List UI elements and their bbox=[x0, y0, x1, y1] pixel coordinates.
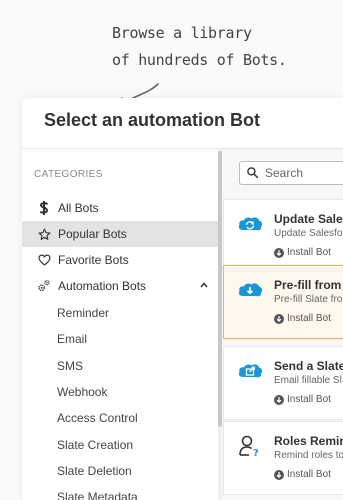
search-icon bbox=[246, 166, 260, 180]
install-bot-button[interactable]: Install Bot bbox=[274, 469, 331, 480]
sidebar-subitem-reminder[interactable]: Reminder bbox=[57, 306, 109, 320]
bots-panel: Update Sales Update Salesfo Install Bot … bbox=[222, 149, 343, 500]
heart-icon bbox=[37, 253, 51, 267]
sidebar-subitem-email[interactable]: Email bbox=[57, 332, 87, 346]
sidebar-item-label: Popular Bots bbox=[58, 227, 127, 241]
svg-text:?: ? bbox=[253, 448, 259, 458]
bot-card-send-a-slate[interactable]: Send a Slate Email fillable Sl Install B… bbox=[223, 346, 343, 420]
star-icon bbox=[37, 227, 51, 241]
install-bot-button[interactable]: Install Bot bbox=[274, 313, 331, 324]
bot-title: Send a Slate bbox=[274, 359, 343, 373]
install-bot-button[interactable]: Install Bot bbox=[274, 394, 331, 405]
categories-label: CATEGORIES bbox=[34, 169, 103, 180]
annotation-line-1: Browse a library bbox=[112, 24, 252, 42]
annotation-line-2: of hundreds of Bots. bbox=[112, 51, 287, 69]
bot-card-roles-reminder[interactable]: ? Roles Remin Remind roles to Install Bo… bbox=[223, 421, 343, 495]
install-bot-label: Install Bot bbox=[287, 394, 331, 405]
sidebar-subitem-slate-metadata[interactable]: Slate Metadata bbox=[57, 490, 138, 500]
sidebar-item-label: Automation Bots bbox=[58, 279, 147, 293]
bot-description: Pre-fill Slate fro bbox=[274, 294, 343, 305]
bot-description: Remind roles to bbox=[274, 450, 343, 461]
salesforce-download-icon bbox=[238, 283, 263, 297]
bot-description: Update Salesfo bbox=[274, 228, 343, 239]
modal-title: Select an automation Bot bbox=[44, 110, 261, 130]
download-icon bbox=[274, 469, 284, 480]
salesforce-sync-icon bbox=[238, 217, 263, 231]
download-icon bbox=[274, 394, 284, 405]
download-icon bbox=[274, 313, 284, 324]
search-box[interactable] bbox=[239, 161, 343, 185]
install-bot-button[interactable]: Install Bot bbox=[274, 247, 331, 258]
sidebar-item-label: Favorite Bots bbox=[58, 253, 129, 267]
sidebar-item-all-bots[interactable]: All Bots bbox=[22, 195, 218, 221]
sidebar-item-favorite-bots[interactable]: Favorite Bots bbox=[22, 247, 218, 273]
sidebar-subitem-slate-deletion[interactable]: Slate Deletion bbox=[57, 464, 132, 478]
bot-title: Pre-fill from bbox=[274, 278, 342, 292]
sidebar-subitem-access-control[interactable]: Access Control bbox=[57, 411, 138, 425]
bot-title: Update Sales bbox=[274, 212, 343, 226]
download-icon bbox=[274, 247, 284, 258]
install-bot-label: Install Bot bbox=[287, 247, 331, 258]
sidebar-subitem-sms[interactable]: SMS bbox=[57, 359, 83, 373]
category-sidebar: CATEGORIES All Bots Popular Bots Favorit… bbox=[22, 149, 218, 500]
sidebar-item-label: All Bots bbox=[58, 201, 99, 215]
select-bot-modal: Select an automation Bot CATEGORIES All … bbox=[22, 98, 343, 500]
sidebar-item-popular-bots[interactable]: Popular Bots bbox=[22, 221, 218, 247]
search-input[interactable] bbox=[265, 166, 343, 180]
sidebar-subitem-webhook[interactable]: Webhook bbox=[57, 385, 107, 399]
install-bot-label: Install Bot bbox=[287, 313, 331, 324]
user-question-icon: ? bbox=[239, 435, 259, 458]
gears-icon bbox=[37, 279, 51, 293]
annotation: Browse a library of hundreds of Bots. bbox=[112, 20, 332, 74]
sidebar-subitem-slate-creation[interactable]: Slate Creation bbox=[57, 438, 133, 452]
bot-title: Roles Remin bbox=[274, 434, 343, 448]
bot-card-update-salesforce[interactable]: Update Sales Update Salesfo Install Bot bbox=[223, 199, 343, 273]
dollar-icon bbox=[37, 201, 51, 215]
install-bot-label: Install Bot bbox=[287, 469, 331, 480]
chevron-up-icon[interactable] bbox=[200, 281, 208, 289]
salesforce-share-icon bbox=[238, 364, 263, 378]
bot-description: Email fillable Sl bbox=[274, 375, 342, 386]
bot-card-prefill-from-salesforce[interactable]: Pre-fill from Pre-fill Slate fro Install… bbox=[223, 265, 343, 339]
sidebar-item-automation-bots[interactable]: Automation Bots bbox=[22, 273, 218, 299]
